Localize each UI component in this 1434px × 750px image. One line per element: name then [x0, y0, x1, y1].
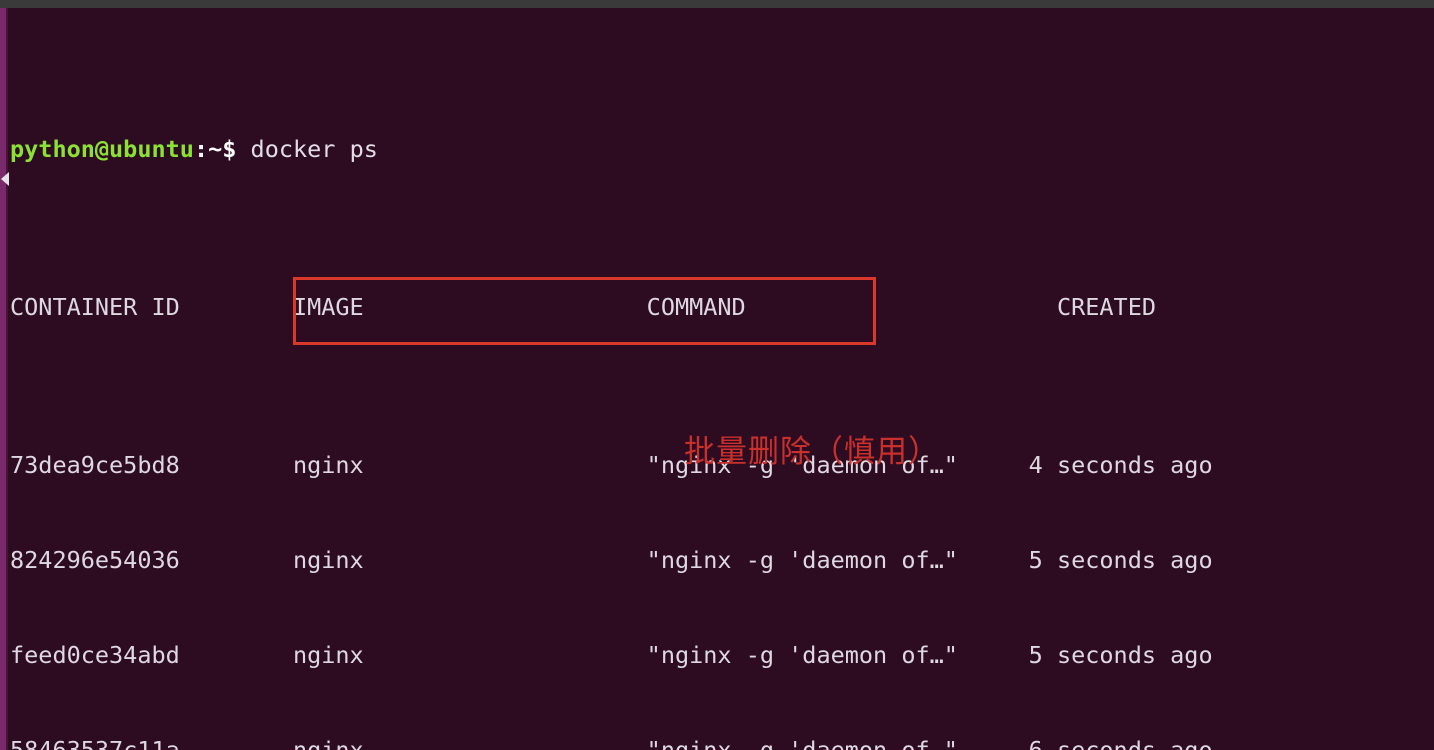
- prompt-user: python@ubuntu: [10, 135, 194, 164]
- window-top-strip: [0, 0, 1434, 8]
- terminal-line-prompt: python@ubuntu:~$ docker ps: [10, 134, 1434, 166]
- scroll-marker-icon[interactable]: [1, 172, 9, 186]
- table-row: 58463537c11a nginx "nginx -g 'daemon of……: [10, 735, 1213, 750]
- command-docker-ps: docker ps: [250, 135, 378, 164]
- window-left-edge-inner: [6, 8, 8, 750]
- command-text: [236, 135, 250, 163]
- table-header-row: CONTAINER ID IMAGE COMMAND CREATED: [10, 293, 1157, 322]
- terminal-window: python@ubuntu:~$ docker ps CONTAINER ID …: [0, 0, 1434, 750]
- prompt-tail: :~$: [193, 135, 237, 164]
- terminal-output[interactable]: python@ubuntu:~$ docker ps CONTAINER ID …: [10, 8, 1434, 750]
- annotation-label: 批量删除（慎用）: [684, 434, 940, 470]
- table-row: 824296e54036 nginx "nginx -g 'daemon of……: [10, 546, 1213, 575]
- table-row: feed0ce34abd nginx "nginx -g 'daemon of……: [10, 640, 1213, 669]
